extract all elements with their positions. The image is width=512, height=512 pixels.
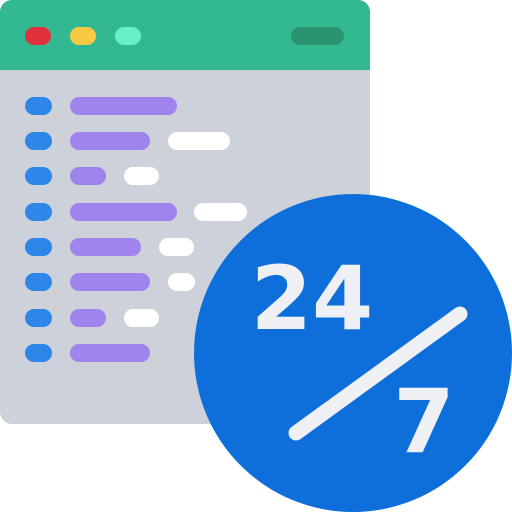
line-bullet — [25, 309, 52, 327]
code-token — [70, 273, 150, 291]
comment-token — [159, 238, 194, 256]
line-bullet — [25, 167, 52, 185]
badge-top-number: 24 — [251, 247, 373, 350]
title-bar-menu-pill — [291, 27, 344, 45]
comment-token — [168, 273, 195, 291]
window-maximize-dot — [115, 27, 141, 45]
comment-token — [124, 167, 159, 185]
line-bullet — [25, 238, 52, 256]
window-close-dot — [25, 27, 51, 45]
comment-token — [168, 132, 230, 150]
window-minimize-dot — [70, 27, 96, 45]
badge-svg: 24 7 — [194, 194, 512, 512]
code-token — [70, 132, 150, 150]
availability-badge: 24 7 — [194, 194, 512, 512]
code-token — [70, 238, 141, 256]
code-token — [70, 203, 177, 221]
line-bullet — [25, 344, 52, 362]
line-bullet — [25, 97, 52, 115]
code-token — [70, 309, 106, 327]
badge-circle — [194, 194, 512, 512]
comment-token — [124, 309, 159, 327]
line-bullet — [25, 203, 52, 221]
code-token — [70, 167, 106, 185]
line-bullet — [25, 132, 52, 150]
code-token — [70, 344, 150, 362]
code-token — [70, 97, 177, 115]
line-bullet — [25, 273, 52, 291]
window-title-bar — [0, 0, 370, 70]
badge-bottom-number: 7 — [393, 370, 454, 473]
